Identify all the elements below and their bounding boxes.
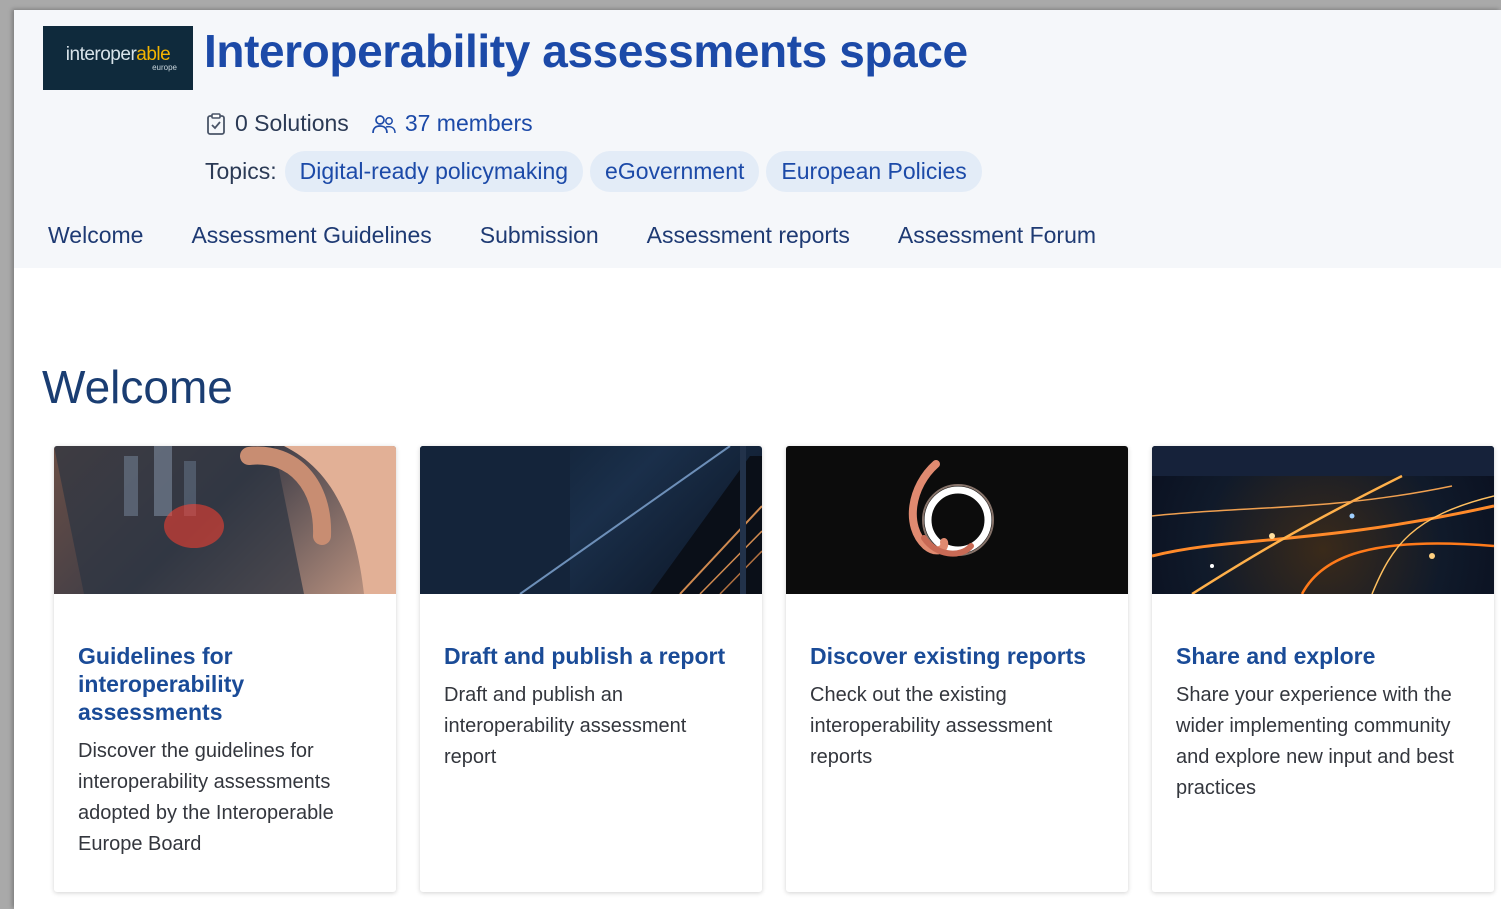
members-stat[interactable]: 37 members [371, 110, 533, 137]
topics-row: Topics: Digital-ready policymaking eGove… [205, 151, 989, 192]
nav-item-submission[interactable]: Submission [480, 222, 599, 249]
light-ring-image [786, 446, 1128, 594]
card-share-explore[interactable]: Share and explore Share your experience … [1152, 446, 1494, 892]
logo-text-highlight: able [136, 43, 171, 65]
card-discover-reports[interactable]: Discover existing reports Check out the … [786, 446, 1128, 892]
card-title[interactable]: Draft and publish a report [444, 642, 740, 670]
tablet-hand-image [54, 446, 396, 594]
card-body: Discover existing reports Check out the … [786, 594, 1128, 773]
staircase-image [420, 446, 762, 594]
city-night-image [1152, 446, 1494, 594]
topic-chip[interactable]: eGovernment [590, 151, 760, 192]
users-icon [371, 114, 396, 133]
interoperable-europe-logo[interactable]: interoperable europe [43, 26, 193, 90]
topics-label: Topics: [205, 158, 277, 184]
solutions-stat[interactable]: 0 Solutions [205, 110, 349, 137]
nav-item-assessment-guidelines[interactable]: Assessment Guidelines [191, 222, 431, 249]
card-body: Draft and publish a report Draft and pub… [420, 594, 762, 773]
logo-subtext: europe [152, 62, 177, 72]
clipboard-check-icon [207, 112, 225, 135]
page-frame: interoperable europe Interoperability as… [14, 10, 1501, 909]
card-description: Discover the guidelines for interoperabi… [78, 740, 334, 855]
welcome-heading: Welcome [42, 361, 233, 413]
members-count: 37 members [404, 110, 533, 136]
card-guidelines[interactable]: Guidelines for interoperability assessme… [54, 446, 396, 892]
topic-chip[interactable]: Digital-ready policymaking [284, 151, 584, 192]
card-draft-publish[interactable]: Draft and publish a report Draft and pub… [420, 446, 762, 892]
card-grid: Guidelines for interoperability assessme… [54, 446, 1501, 892]
nav-item-assessment-forum[interactable]: Assessment Forum [898, 222, 1096, 249]
topic-chip[interactable]: European Policies [766, 151, 982, 192]
card-title[interactable]: Guidelines for interoperability assessme… [78, 642, 374, 726]
space-nav: Welcome Assessment Guidelines Submission… [48, 222, 1144, 249]
page-title: Interoperability assessments space [204, 25, 968, 77]
logo-text: interoperable [65, 43, 171, 65]
card-title[interactable]: Discover existing reports [810, 642, 1106, 670]
card-title[interactable]: Share and explore [1176, 642, 1472, 670]
space-header: interoperable europe Interoperability as… [14, 10, 1501, 268]
space-stats: 0 Solutions 37 members [205, 110, 533, 137]
card-description: Share your experience with the wider imp… [1176, 684, 1454, 799]
solutions-count: 0 Solutions [235, 110, 349, 136]
nav-item-assessment-reports[interactable]: Assessment reports [647, 222, 850, 249]
card-body: Guidelines for interoperability assessme… [54, 594, 396, 860]
card-description: Draft and publish an interoperability as… [444, 684, 687, 768]
card-body: Share and explore Share your experience … [1152, 594, 1494, 804]
nav-item-welcome[interactable]: Welcome [48, 222, 143, 249]
card-description: Check out the existing interoperability … [810, 684, 1053, 768]
